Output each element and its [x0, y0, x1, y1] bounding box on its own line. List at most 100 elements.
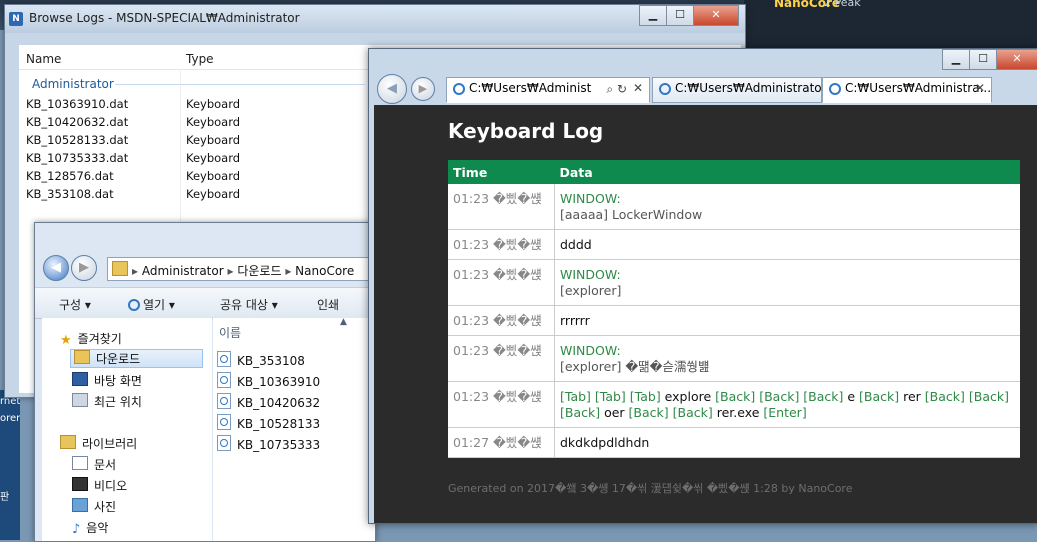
nav-downloads[interactable]: 다운로드 — [70, 349, 203, 368]
nav-label: 바탕 화면 — [94, 374, 142, 388]
title-bar[interactable]: N Browse Logs - MSDN-SPECIAL₩Administrat… — [5, 5, 745, 33]
search-icon[interactable]: ⌕ ↻ — [606, 82, 627, 97]
tab-1[interactable]: C:₩Users₩Administrator... — [652, 77, 822, 103]
nav-documents[interactable]: 문서 — [72, 456, 116, 473]
sort-arrow-icon: ▲ — [340, 317, 347, 327]
table-row: 01:23 �삤�썑 WINDOW: [explorer] — [448, 259, 1020, 306]
nav-favorites[interactable]: ★ 즐겨찾기 — [60, 330, 122, 348]
minimize-button[interactable]: ▁ — [942, 49, 970, 70]
file-name: KB_353108 — [237, 354, 305, 368]
list-item[interactable]: KB_10420632.dat Keyboard — [26, 113, 356, 131]
ie-file-icon — [217, 372, 231, 388]
library-icon — [60, 435, 76, 449]
data-cell: WINDOW: [explorer] — [554, 259, 1020, 306]
ie-icon — [453, 83, 465, 95]
data-cell: dddd — [554, 229, 1020, 260]
document-icon — [72, 456, 88, 470]
column-time: Time — [448, 160, 555, 184]
tab-label: C:₩Users₩Administra... — [845, 81, 992, 95]
star-icon: ★ — [60, 333, 72, 348]
back-arrow-icon[interactable]: ◀ — [43, 255, 69, 281]
list-item[interactable]: KB_128576.dat Keyboard — [26, 167, 356, 185]
open-button[interactable]: 열기 ▾ — [128, 296, 175, 313]
forward-arrow-icon[interactable]: ▶ — [71, 255, 97, 281]
keyboard-log-table: Time Data 01:23 �삤�썑 WINDOW: [aaaaa] Lock… — [448, 160, 1020, 458]
ie-icon — [128, 299, 140, 311]
breadcrumb-separator: ▸ — [227, 264, 238, 278]
nav-videos[interactable]: 비디오 — [72, 477, 127, 494]
maximize-button[interactable]: ☐ — [666, 5, 694, 26]
list-item[interactable]: KB_10528133.dat Keyboard — [26, 131, 356, 149]
tab-close-icon[interactable]: ✕ — [975, 81, 985, 95]
nav-label: 라이브러리 — [82, 437, 138, 451]
list-item[interactable]: KB_10528133 — [217, 414, 320, 431]
command-bar: 구성 ▾ 열기 ▾ 공유 대상 ▾ 인쇄 — [35, 287, 375, 319]
time-cell: 01:23 �삤�썑 — [448, 305, 555, 336]
desktop-label: 판 — [0, 492, 10, 503]
file-type: Keyboard — [186, 97, 241, 111]
share-button[interactable]: 공유 대상 ▾ — [220, 296, 278, 313]
group-divider — [115, 84, 365, 85]
file-name: KB_10363910 — [237, 375, 321, 389]
list-item[interactable]: KB_353108 — [217, 351, 305, 368]
file-name: KB_10528133.dat — [26, 133, 129, 147]
file-type: Keyboard — [186, 133, 241, 147]
minimize-button[interactable]: ▁ — [639, 5, 667, 26]
back-arrow-icon[interactable]: ◀ — [377, 74, 407, 104]
group-header[interactable]: Administrator — [32, 77, 114, 91]
file-name: KB_10363910.dat — [26, 97, 129, 111]
file-type: Keyboard — [186, 151, 241, 165]
list-item[interactable]: KB_10420632 — [217, 393, 320, 410]
list-item[interactable]: KB_10735333 — [217, 435, 320, 452]
list-item[interactable]: KB_10363910 — [217, 372, 320, 389]
background-window-strip: NanoCore 2 Peak — [744, 0, 1037, 50]
breadcrumb-administrator[interactable]: Administrator — [142, 264, 224, 278]
file-name: KB_10735333 — [237, 438, 321, 452]
file-type: Keyboard — [186, 187, 241, 201]
file-type: Keyboard — [186, 115, 241, 129]
breadcrumb-downloads[interactable]: 다운로드 — [237, 264, 281, 278]
address-bar[interactable]: C:₩Users₩Administ ⌕ ↻ ✕ — [446, 77, 650, 103]
file-list: 이름 ▲ KB_353108 KB_10363910 KB_10420632 K… — [213, 317, 375, 541]
list-item[interactable]: KB_10735333.dat Keyboard — [26, 149, 356, 167]
ie-file-icon — [217, 414, 231, 430]
app-icon: N — [9, 12, 23, 26]
nav-desktop[interactable]: 바탕 화면 — [72, 372, 142, 389]
video-icon — [72, 477, 88, 491]
close-button[interactable]: ✕ — [996, 49, 1037, 70]
forward-arrow-icon[interactable]: ▶ — [410, 77, 435, 101]
file-name: KB_10528133 — [237, 417, 321, 431]
list-item[interactable]: KB_353108.dat Keyboard — [26, 185, 356, 203]
column-header-name[interactable]: 이름 — [219, 324, 241, 341]
music-icon: ♪ — [72, 522, 81, 537]
page-title: Keyboard Log — [448, 119, 604, 143]
data-cell: [Tab] [Tab] [Tab] explore [Back] [Back] … — [554, 381, 1020, 428]
organize-button[interactable]: 구성 ▾ — [59, 296, 91, 313]
nav-recent[interactable]: 최근 위치 — [72, 393, 142, 410]
column-type[interactable]: Type — [186, 52, 214, 66]
tab-label: C:₩Users₩Administrator... — [675, 81, 822, 95]
time-cell: 01:23 �삤�썑 — [448, 381, 555, 428]
close-button[interactable]: ✕ — [693, 5, 739, 26]
column-name[interactable]: Name — [26, 52, 61, 66]
column-data: Data — [554, 160, 1020, 184]
nav-music[interactable]: ♪ 음악 — [72, 519, 108, 537]
nav-libraries[interactable]: 라이브러리 — [60, 435, 137, 452]
ie-icon — [829, 83, 841, 95]
explorer-window: ◀ ▶ ▸ Administrator ▸ 다운로드 ▸ NanoCore 구성… — [34, 222, 379, 542]
close-icon[interactable]: ✕ — [633, 81, 643, 95]
maximize-button[interactable]: ☐ — [969, 49, 997, 70]
ie-file-icon — [217, 393, 231, 409]
address-bar[interactable]: ▸ Administrator ▸ 다운로드 ▸ NanoCore — [107, 257, 379, 281]
breadcrumb-separator: ▸ — [285, 264, 296, 278]
table-row: 01:23 �삤�썑 dddd — [448, 229, 1020, 260]
table-row: 01:23 �삤�썑 WINDOW: [explorer] �떎�슫濡쒕뱶 — [448, 335, 1020, 382]
nav-label: 다운로드 — [96, 352, 141, 366]
print-button[interactable]: 인쇄 — [317, 296, 339, 313]
tab-2[interactable]: C:₩Users₩Administra... ✕ — [822, 77, 992, 103]
breadcrumb-nanocore[interactable]: NanoCore — [295, 264, 354, 278]
nav-pictures[interactable]: 사진 — [72, 498, 116, 515]
file-type: Keyboard — [186, 169, 241, 183]
table-row: 01:23 �삤�썑 rrrrrr — [448, 305, 1020, 336]
list-item[interactable]: KB_10363910.dat Keyboard — [26, 95, 356, 113]
